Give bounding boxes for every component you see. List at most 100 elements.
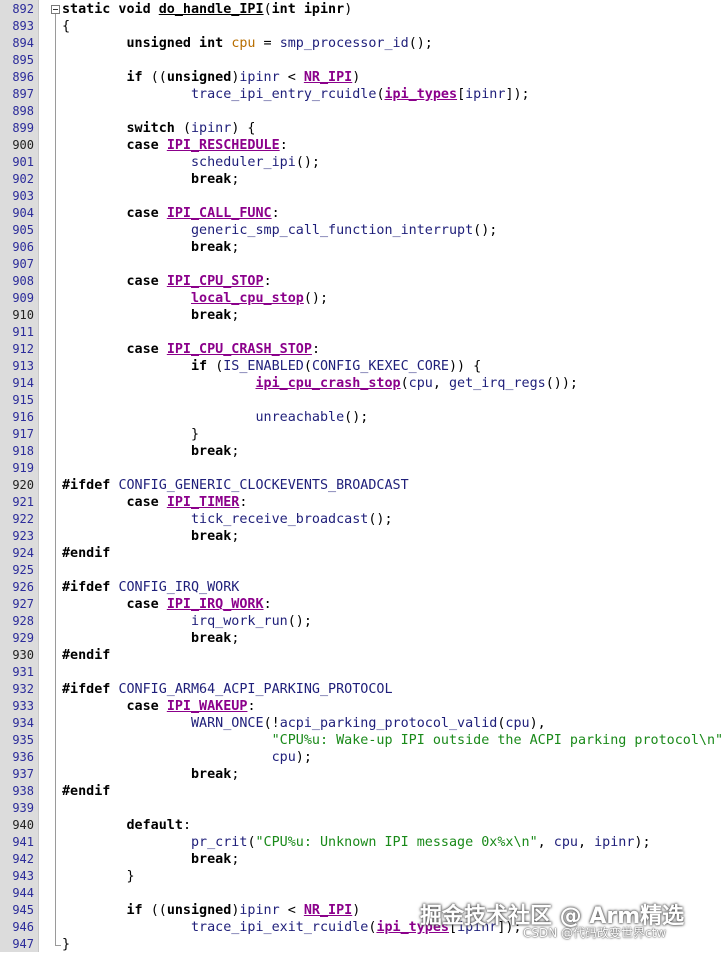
code-token: break [191,852,232,867]
code-token: NR_IPI [303,903,353,918]
code-token: : [271,206,280,221]
code-text: break; [62,239,239,256]
line-number: 913 [12,359,34,373]
code-text: WARN_ONCE(!acpi_parking_protocol_valid(c… [62,715,546,732]
line-number: 904 [12,206,34,220]
code-token: int ipinr [271,2,345,17]
code-token: local_cpu_stop [191,291,304,306]
code-token: : [311,342,320,357]
code-token: , [537,835,554,850]
code-token: ipinr [191,121,232,136]
code-token: ipinr [239,903,280,918]
line-number: 902 [12,172,34,186]
line-number: 901 [12,155,34,169]
line-number: 933 [12,699,34,713]
code-token: case [126,138,167,153]
line-number: 909 [12,291,34,305]
line-number: 914 [12,376,34,390]
code-token: < [279,70,304,85]
code-token: irq_work_run [191,614,288,629]
line-number: 925 [12,563,34,577]
code-token: (( [150,903,167,918]
code-token: unsigned [166,903,232,918]
code-token: ipinr [465,87,506,102]
code-token: ()); [545,376,578,391]
code-text: } [62,426,199,443]
line-number: 927 [12,597,34,611]
code-token: ; [231,631,240,646]
code-token: case [126,274,167,289]
code-token: #ifdef [62,580,119,595]
code-text: case IPI_CPU_STOP: [62,273,272,290]
code-token: CONFIG_IRQ_WORK [118,580,240,595]
code-token: ; [231,172,240,187]
code-token: case [126,495,167,510]
code-token: break [191,767,232,782]
line-number: 895 [12,53,34,67]
code-text: break; [62,443,239,460]
code-token: case [126,206,167,221]
code-token: pr_crit [191,835,248,850]
code-text: } [62,868,134,885]
code-token: , [432,376,449,391]
line-number: 912 [12,342,34,356]
code-token: "CPU%u: Wake-up IPI outside the ACPI par… [271,733,724,748]
code-token: static void [62,2,159,17]
code-token: acpi_parking_protocol_valid [279,716,498,731]
line-number: 943 [12,869,34,883]
line-number: 939 [12,801,34,815]
code-token: WARN_ONCE [191,716,264,731]
code-token: IPI_CPU_STOP [166,274,264,289]
code-token: break [191,529,232,544]
code-token: ; [231,240,240,255]
code-token: ; [231,767,240,782]
code-token: IPI_RESCHEDULE [166,138,280,153]
code-text: local_cpu_stop(); [62,290,328,307]
fold-toggle-icon[interactable] [51,5,60,14]
code-token: break [191,172,232,187]
code-token: IPI_TIMER [166,495,240,510]
code-token: cpu [271,750,296,765]
code-token: (( [150,70,167,85]
line-number: 919 [12,461,34,475]
code-token: break [191,240,232,255]
code-token: (); [473,223,498,238]
code-token: generic_smp_call_function_interrupt [191,223,474,238]
code-text: { [62,18,70,35]
code-text: irq_work_run(); [62,613,312,630]
line-number: 920 [12,478,34,492]
code-text: break; [62,528,239,545]
code-text: if ((unsigned)ipinr < NR_IPI) [62,902,361,919]
code-token: (); [287,614,312,629]
code-token: } [62,937,71,952]
code-text: break; [62,307,239,324]
line-number: 897 [12,87,34,101]
code-token: #ifdef [62,682,119,697]
code-token: : [239,495,248,510]
code-token: break [191,631,232,646]
code-text: case IPI_CPU_CRASH_STOP: [62,341,321,358]
code-token: ), [529,716,546,731]
code-token: : [279,138,288,153]
line-number: 929 [12,631,34,645]
line-number: 918 [12,444,34,458]
code-token: #endif [62,546,111,561]
code-token: [ [457,87,466,102]
code-text: unreachable(); [62,409,368,426]
line-number: 937 [12,767,34,781]
code-text: case IPI_RESCHEDULE: [62,137,288,154]
code-token: CONFIG_GENERIC_CLOCKEVENTS_BROADCAST [118,478,409,493]
